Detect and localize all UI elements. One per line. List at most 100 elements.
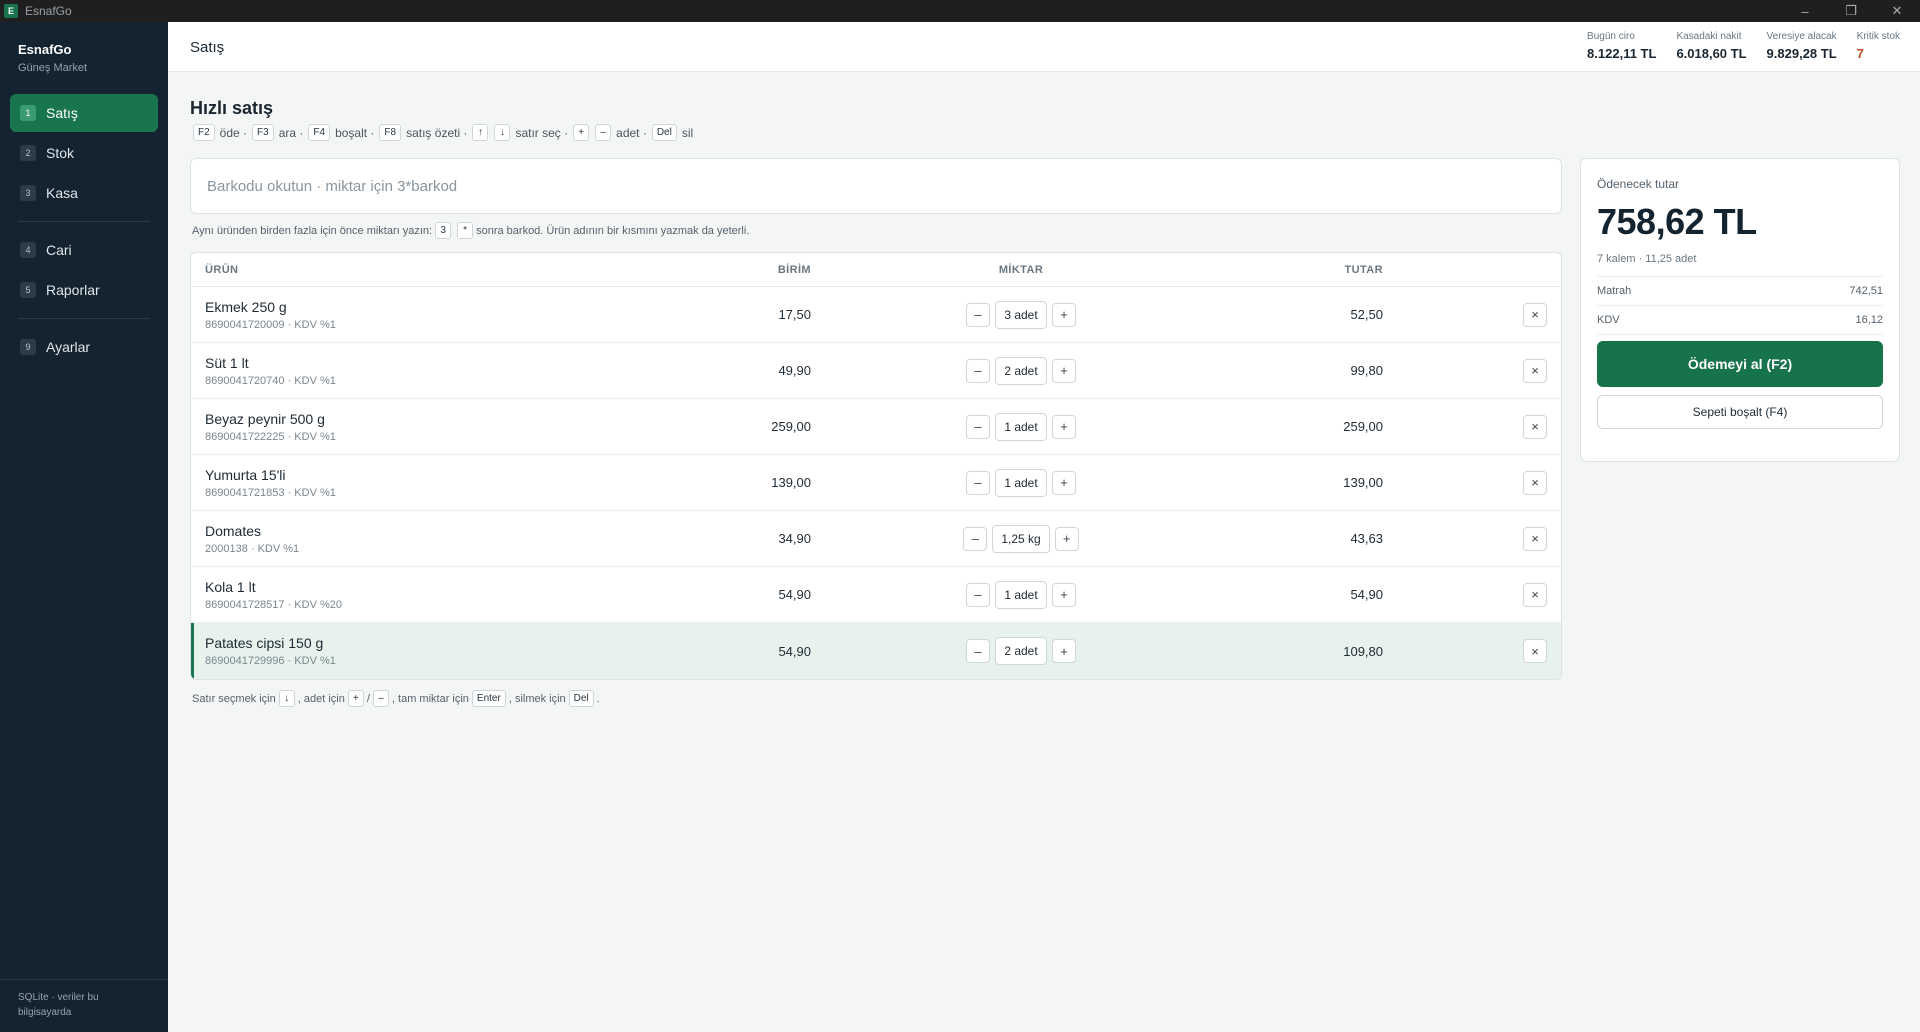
shortcut-label: boşalt · [335, 125, 375, 140]
window-title: EsnafGo [25, 4, 72, 18]
quantity-stepper: – 2 adet + [811, 637, 1231, 665]
sidebar-item-raporlar[interactable]: 5 Raporlar [10, 271, 158, 309]
quantity-value[interactable]: 1 adet [995, 468, 1047, 497]
sidebar-item-label: Raporlar [46, 282, 100, 298]
decrease-button[interactable]: – [966, 414, 990, 439]
window-titlebar: E EsnafGo – ❐ ✕ [0, 0, 1920, 22]
kbd-del: Del [651, 124, 677, 141]
increase-button[interactable]: + [1052, 414, 1076, 439]
sidebar-item-label: Kasa [46, 185, 78, 201]
quantity-value[interactable]: 1 adet [995, 412, 1047, 441]
quantity-value[interactable]: 2 adet [995, 637, 1047, 665]
remove-item-button[interactable]: × [1523, 414, 1547, 439]
increase-button[interactable]: + [1054, 526, 1079, 551]
hint-text: Aynı üründen birden fazla için önce mikt… [192, 224, 433, 237]
remove-item-button[interactable]: × [1523, 358, 1547, 383]
increase-button[interactable]: + [1052, 639, 1076, 663]
decrease-button[interactable]: – [966, 302, 990, 327]
product-name: Süt 1 lt [205, 354, 249, 371]
remove-item-button[interactable]: × [1523, 639, 1547, 663]
stat-critical-stock[interactable]: Kritik stok 7 [1857, 31, 1900, 61]
col-header-qty: MİKTAR [998, 263, 1044, 276]
main-content: Hızlı satış F2 öde · F3 ara · F4 boşalt … [168, 72, 1920, 1032]
table-row[interactable]: Ekmek 250 g 8690041720009 · KDV %1 17,50… [191, 287, 1561, 343]
sidebar-footer: SQLite · veriler bu bilgisayarda [0, 979, 168, 1032]
decrease-button[interactable]: – [966, 470, 990, 495]
col-header-product: ÜRÜN [205, 263, 239, 276]
table-row[interactable]: Beyaz peynir 500 g 8690041722225 · KDV %… [191, 399, 1561, 455]
keyboard-hint: Satır seçmek için ↓ , adet için + / – , … [192, 690, 600, 707]
line-total: 54,90 [1350, 587, 1383, 602]
kbd-minus: – [595, 124, 612, 141]
table-row-selected[interactable]: Patates cipsi 150 g 8690041729996 · KDV … [191, 623, 1561, 679]
product-cell: Beyaz peynir 500 g 8690041722225 · KDV %… [191, 411, 651, 443]
quantity-value[interactable]: 1,25 kg [992, 524, 1050, 553]
unit-price: 54,90 [778, 643, 811, 659]
product-meta: 8690041720740 · KDV %1 [205, 374, 336, 387]
line-total: 43,63 [1350, 531, 1383, 546]
clear-cart-button[interactable]: Sepeti boşalt (F4) [1597, 395, 1883, 429]
quantity-value[interactable]: 1 adet [995, 580, 1047, 609]
remove-item-button[interactable]: × [1523, 526, 1547, 551]
kbd-down: ↓ [278, 690, 295, 707]
hint-text: , silmek için [508, 692, 566, 705]
remove-item-button[interactable]: × [1523, 470, 1547, 495]
table-row[interactable]: Yumurta 15'li 8690041721853 · KDV %1 139… [191, 455, 1561, 511]
quantity-value[interactable]: 2 adet [995, 356, 1047, 385]
increase-button[interactable]: + [1052, 302, 1076, 327]
remove-item-button[interactable]: × [1523, 302, 1547, 327]
store-name: Güneş Market [18, 62, 88, 74]
kbd-plus: + [573, 124, 590, 141]
sidebar-item-label: Satış [46, 105, 78, 121]
stat-value: 8.122,11 TL [1587, 46, 1657, 61]
remove-item-button[interactable]: × [1523, 582, 1547, 607]
increase-button[interactable]: + [1052, 582, 1076, 607]
stat-credit-receivable: Veresiye alacak 9.829,28 TL [1767, 31, 1837, 61]
decrease-button[interactable]: – [963, 526, 988, 551]
product-meta: 8690041728517 · KDV %20 [205, 598, 342, 611]
col-header-unit: BİRİM [777, 263, 811, 276]
table-row[interactable]: Domates 2000138 · KDV %1 34,90 – 1,25 kg… [191, 511, 1561, 567]
storage-note: SQLite · veriler bu bilgisayarda [18, 992, 99, 1018]
close-icon[interactable]: ✕ [1874, 0, 1920, 22]
unit-price: 259,00 [771, 419, 811, 434]
header-stats: Bugün ciro 8.122,11 TL Kasadaki nakit 6.… [1567, 31, 1900, 61]
kbd-up: ↑ [472, 124, 489, 141]
hint-text: , adet için [297, 692, 345, 705]
kdv-value: 16,12 [1855, 314, 1883, 326]
decrease-button[interactable]: – [966, 639, 990, 663]
unit-price: 139,00 [771, 475, 811, 490]
table-row[interactable]: Kola 1 lt 8690041728517 · KDV %20 54,90 … [191, 567, 1561, 623]
product-cell: Kola 1 lt 8690041728517 · KDV %20 [191, 579, 651, 611]
product-name: Kola 1 lt [205, 578, 256, 595]
barcode-input[interactable] [190, 158, 1562, 214]
kdv-line: KDV 16,12 [1597, 306, 1883, 335]
decrease-button[interactable]: – [966, 582, 990, 607]
quantity-stepper: – 1,25 kg + [811, 524, 1231, 553]
kbd-minus: – [372, 690, 389, 707]
increase-button[interactable]: + [1052, 470, 1076, 495]
decrease-button[interactable]: – [966, 358, 990, 383]
minimize-icon[interactable]: – [1782, 0, 1828, 22]
product-cell: Süt 1 lt 8690041720740 · KDV %1 [191, 355, 651, 387]
maximize-icon[interactable]: ❐ [1828, 0, 1874, 22]
sidebar-item-label: Stok [46, 145, 75, 161]
product-name: Domates [205, 522, 262, 539]
quantity-stepper: – 1 adet + [811, 580, 1231, 609]
sidebar-item-cari[interactable]: 4 Cari [10, 231, 158, 269]
increase-button[interactable]: + [1052, 358, 1076, 383]
unit-price: 34,90 [778, 531, 811, 546]
table-row[interactable]: Süt 1 lt 8690041720740 · KDV %1 49,90 – … [191, 343, 1561, 399]
product-meta: 8690041729996 · KDV %1 [205, 655, 336, 667]
sidebar-item-ayarlar[interactable]: 9 Ayarlar [10, 328, 158, 366]
shortcut-label: satış özeti · [406, 125, 468, 140]
sidebar: EsnafGo Güneş Market 1 Satış 2 Stok 3 Ka… [0, 22, 168, 1032]
sidebar-item-satis[interactable]: 1 Satış [10, 94, 158, 132]
stat-label: Bugün ciro [1587, 31, 1635, 42]
quantity-stepper: – 1 adet + [811, 468, 1231, 497]
kbd-f3: F3 [252, 124, 274, 141]
sidebar-item-stok[interactable]: 2 Stok [10, 134, 158, 172]
sidebar-item-kasa[interactable]: 3 Kasa [10, 174, 158, 212]
take-payment-button[interactable]: Ödemeyi al (F2) [1597, 341, 1883, 387]
quantity-value[interactable]: 3 adet [995, 300, 1047, 329]
